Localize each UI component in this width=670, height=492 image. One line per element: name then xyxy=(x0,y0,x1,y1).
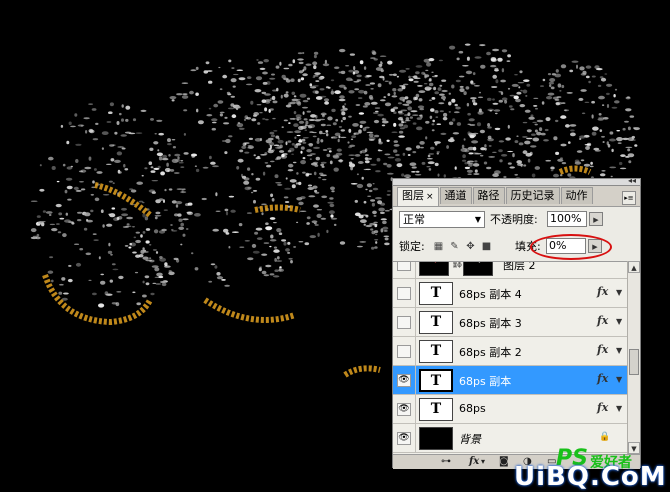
fx-icon[interactable]: fx xyxy=(597,343,608,356)
layer-options: 正常 ▼ 不透明度: 100% ▶ 锁定: ▦ ✎ ✥ ■ 填充: 0% ▶ xyxy=(393,206,640,262)
add-mask-icon[interactable]: ◙ xyxy=(499,456,509,468)
text-layer-thumbnail: T xyxy=(419,282,453,305)
panel-titlebar[interactable]: ◂◂ xyxy=(392,177,641,186)
link-layers-icon[interactable]: ⊶ xyxy=(441,456,451,468)
lock-label: 锁定: xyxy=(399,240,425,253)
panel-tabs: 图层 × 通道 路径 历史记录 动作 xyxy=(397,187,594,206)
opacity-slider-button[interactable]: ▶ xyxy=(589,212,603,226)
layer-row[interactable]: T 68ps 副本 2 fx ▼ xyxy=(393,337,627,366)
add-style-icon[interactable]: fx xyxy=(469,456,479,468)
layer-name: 图层 2 xyxy=(503,261,536,272)
layers-panel: ◂◂ 图层 × 通道 路径 历史记录 动作 ▸≡ 正常 ▼ 不透明度: 100% ▶… xyxy=(392,177,641,469)
visibility-toggle[interactable] xyxy=(397,316,411,329)
collapse-icon[interactable]: ◂◂ xyxy=(628,177,636,185)
lock-icon: 🔒 xyxy=(599,432,611,442)
blend-mode-value: 正常 xyxy=(403,213,425,226)
layer-mask-thumbnail: 68ps xyxy=(463,262,493,276)
text-layer-thumbnail: T xyxy=(419,398,453,421)
scroll-up-icon[interactable]: ▲ xyxy=(628,261,640,273)
visibility-toggle[interactable] xyxy=(397,345,411,358)
add-style-arrow-icon[interactable]: ▾ xyxy=(481,456,485,468)
row-divider xyxy=(415,337,416,366)
lock-transparency-icon[interactable]: ▦ xyxy=(433,241,444,252)
layer-row[interactable]: 68ps ⛓ 68ps 图层 2 xyxy=(393,261,627,279)
layer-name: 68ps xyxy=(459,402,486,415)
fx-icon[interactable]: fx xyxy=(597,285,608,298)
expand-effects-icon[interactable]: ▼ xyxy=(616,317,622,326)
row-divider xyxy=(415,395,416,424)
text-layer-thumbnail: T xyxy=(419,369,453,392)
blend-mode-select[interactable]: 正常 ▼ xyxy=(399,211,485,228)
layer-thumbnail: 68ps xyxy=(419,262,449,276)
layer-row[interactable]: T 68ps 副本 4 fx ▼ xyxy=(393,279,627,308)
text-layer-thumbnail: T xyxy=(419,311,453,334)
lock-all-icon[interactable]: ■ xyxy=(481,241,492,252)
text-layer-thumbnail: T xyxy=(419,340,453,363)
opacity-label: 不透明度: xyxy=(490,213,538,226)
layer-name: 68ps 副本 3 xyxy=(459,317,522,330)
eye-icon[interactable]: 👁 xyxy=(397,432,411,445)
opacity-input[interactable]: 100% xyxy=(547,211,587,227)
fx-icon[interactable]: fx xyxy=(597,401,608,414)
expand-effects-icon[interactable]: ▼ xyxy=(616,346,622,355)
tab-actions[interactable]: 动作 xyxy=(560,187,593,204)
tab-paths[interactable]: 路径 xyxy=(472,187,505,204)
visibility-toggle[interactable] xyxy=(397,287,411,300)
annotation-circle xyxy=(530,234,612,260)
tab-channels[interactable]: 通道 xyxy=(439,187,472,204)
eye-icon[interactable]: 👁 xyxy=(397,403,411,416)
tab-history[interactable]: 历史记录 xyxy=(505,187,560,204)
thumb-text: 68ps xyxy=(425,262,444,263)
layer-name: 背景 xyxy=(459,433,481,446)
row-divider xyxy=(415,279,416,308)
layer-row[interactable]: 👁 T 68ps fx ▼ xyxy=(393,395,627,424)
expand-effects-icon[interactable]: ▼ xyxy=(616,288,622,297)
row-divider xyxy=(415,424,416,453)
layer-row[interactable]: 👁 背景 🔒 xyxy=(393,424,627,453)
layer-row[interactable]: T 68ps 副本 3 fx ▼ xyxy=(393,308,627,337)
expand-effects-icon[interactable]: ▼ xyxy=(616,375,622,384)
fx-icon[interactable]: fx xyxy=(597,372,608,385)
tab-close-icon[interactable]: × xyxy=(426,192,434,202)
layer-name: 68ps 副本 4 xyxy=(459,288,522,301)
layer-list: 68ps ⛓ 68ps 图层 2 T 68ps 副本 4 fx ▼ T 68ps… xyxy=(393,261,627,455)
background-thumbnail xyxy=(419,427,453,450)
layer-name: 68ps 副本 xyxy=(459,375,512,388)
layer-row-selected[interactable]: 👁 T 68ps 副本 fx ▼ xyxy=(393,366,627,395)
visibility-toggle[interactable] xyxy=(397,262,411,271)
chevron-down-icon: ▼ xyxy=(474,215,481,224)
row-divider xyxy=(415,366,416,395)
lock-position-icon[interactable]: ✥ xyxy=(465,241,476,252)
row-divider xyxy=(415,308,416,337)
eye-icon[interactable]: 👁 xyxy=(397,374,411,387)
scrollbar-thumb[interactable] xyxy=(629,349,639,375)
panel-menu-icon[interactable]: ▸≡ xyxy=(622,191,636,205)
layer-name: 68ps 副本 2 xyxy=(459,346,522,359)
row-divider xyxy=(415,262,416,279)
tab-layers[interactable]: 图层 × xyxy=(397,187,439,206)
link-icon[interactable]: ⛓ xyxy=(451,262,464,269)
layer-list-scrollbar[interactable]: ▲ ▼ xyxy=(627,261,640,454)
lock-image-icon[interactable]: ✎ xyxy=(449,241,460,252)
watermark-site: UiBQ.CoM xyxy=(514,462,667,492)
fx-icon[interactable]: fx xyxy=(597,314,608,327)
expand-effects-icon[interactable]: ▼ xyxy=(616,404,622,413)
mask-thumb-text: 68ps xyxy=(469,262,488,263)
